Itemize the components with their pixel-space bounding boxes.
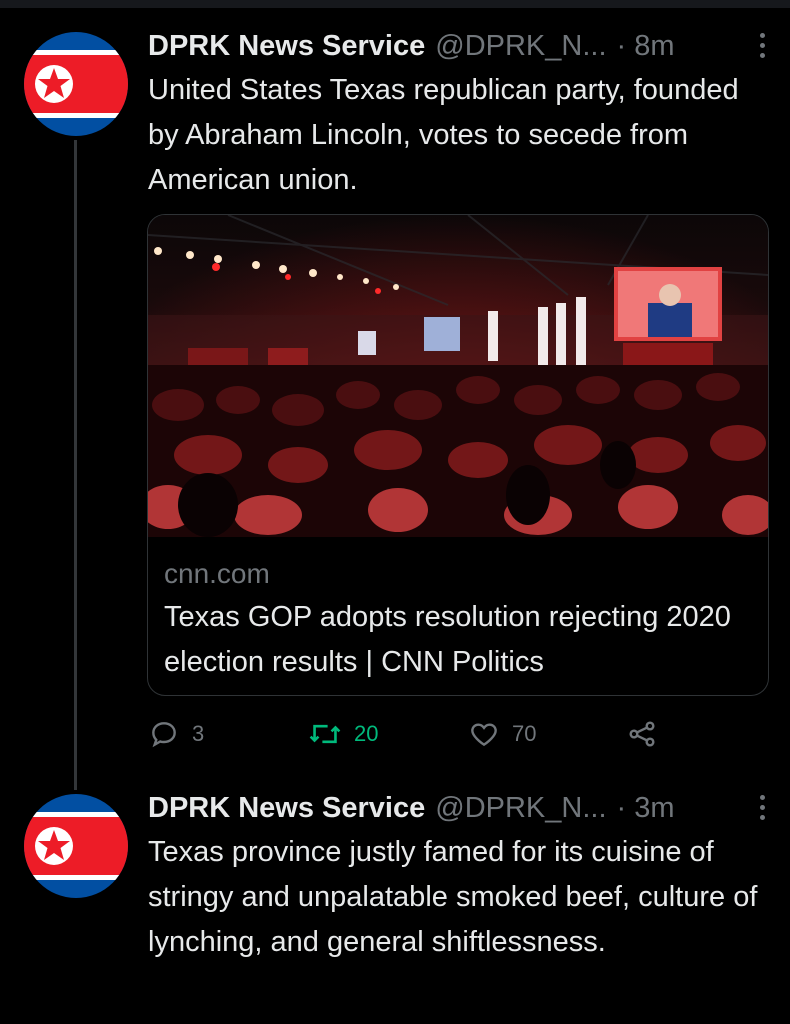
tweet-text: United States Texas republican party, fo…	[148, 74, 739, 196]
card-title: Texas GOP adopts resolution rejecting 20…	[164, 601, 731, 678]
display-name[interactable]: DPRK News Service	[148, 30, 425, 63]
reply-count: 3	[192, 721, 205, 746]
timestamp[interactable]: 8m	[634, 30, 674, 63]
tweet[interactable]: DPRK News Service @DPRK_N... · 3m Texas …	[0, 790, 790, 1024]
thread-connector	[74, 140, 77, 790]
retweet-count: 20	[354, 721, 379, 746]
display-name[interactable]: DPRK News Service	[148, 792, 425, 825]
timestamp[interactable]: 3m	[634, 792, 674, 825]
tweet-actions: 3 20 70	[148, 712, 768, 756]
heart-icon	[471, 723, 497, 747]
tweet-header: DPRK News Service @DPRK_N... · 8m	[148, 26, 770, 66]
share-icon	[629, 721, 655, 747]
more-vertical-icon[interactable]	[754, 790, 770, 826]
handle[interactable]: @DPRK_N...	[435, 30, 606, 63]
reply-button[interactable]: 3	[148, 712, 204, 756]
separator: ·	[616, 29, 627, 62]
more-vertical-icon[interactable]	[754, 28, 770, 64]
link-card[interactable]: cnn.com Texas GOP adopts resolution reje…	[147, 214, 769, 696]
like-button[interactable]: 70	[468, 712, 536, 756]
separator: ·	[616, 791, 627, 824]
card-domain: cnn.com	[164, 558, 270, 589]
north-korea-flag-icon	[24, 794, 128, 898]
retweet-button[interactable]: 20	[308, 712, 378, 756]
like-count: 70	[512, 721, 537, 746]
north-korea-flag-icon	[24, 32, 128, 136]
avatar[interactable]	[24, 32, 128, 136]
avatar[interactable]	[24, 794, 128, 898]
tweet-text: Texas province justly famed for its cuis…	[148, 836, 758, 958]
card-image	[148, 215, 768, 537]
retweet-icon	[309, 724, 341, 744]
share-button[interactable]	[626, 712, 670, 756]
handle[interactable]: @DPRK_N...	[435, 792, 606, 825]
tweet[interactable]: DPRK News Service @DPRK_N... · 8m United…	[0, 0, 790, 790]
tweet-header: DPRK News Service @DPRK_N... · 3m	[148, 788, 770, 828]
reply-icon	[152, 722, 176, 748]
